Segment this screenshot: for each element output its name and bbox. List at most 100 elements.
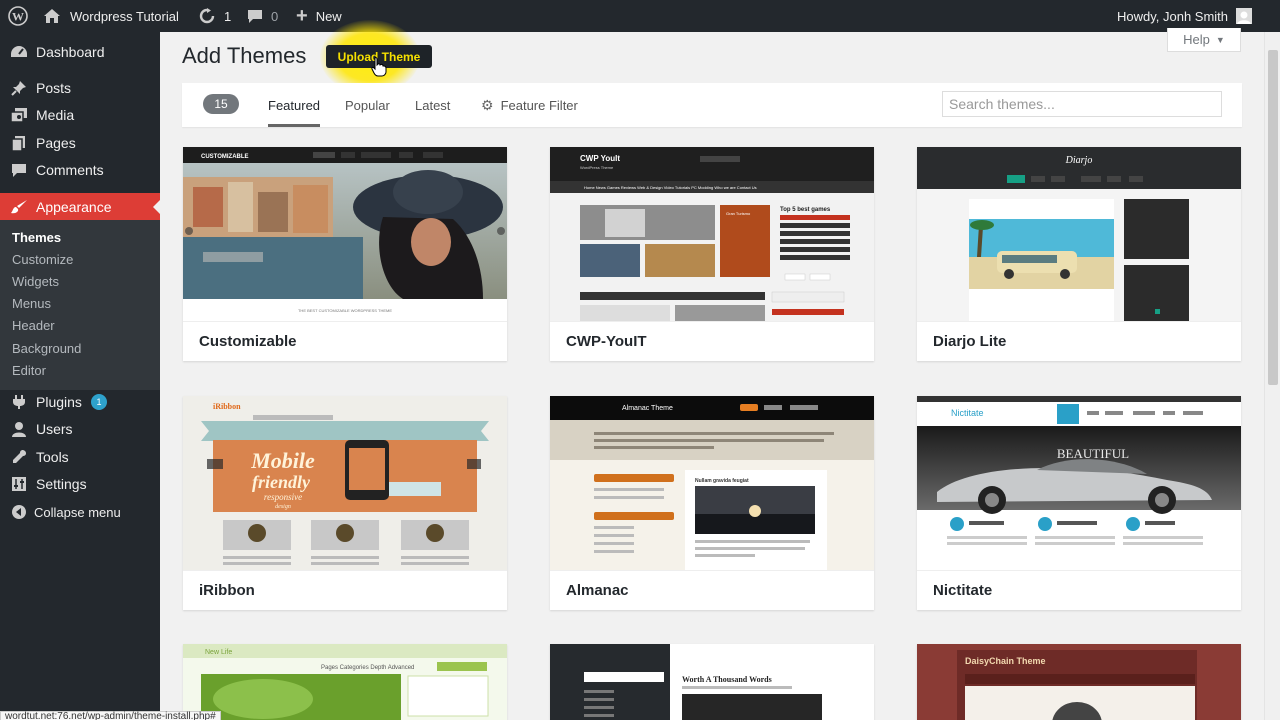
- new-content-link[interactable]: + New: [296, 0, 342, 32]
- submenu-item-themes[interactable]: Themes: [12, 227, 61, 247]
- svg-text:iRibbon: iRibbon: [213, 402, 241, 411]
- active-menu-arrow: [153, 200, 160, 214]
- svg-text:friendly: friendly: [252, 472, 311, 492]
- theme-screenshot: Almanac Theme Nullam gravida feugiat: [550, 396, 874, 570]
- theme-card-cwp-youit[interactable]: CWP YouIt WordPress Theme Home News Game…: [550, 147, 874, 361]
- theme-card-nictitate[interactable]: Nictitate BEAUTIFUL Nictitate: [917, 396, 1241, 610]
- theme-screenshot: CUSTOMIZABLE THE BEST CUSTOMIZABLE WORDP…: [183, 147, 507, 321]
- pages-icon: [10, 135, 28, 151]
- svg-text:New Life: New Life: [205, 649, 232, 656]
- theme-card-worth-a-thousand-words[interactable]: Worth A Thousand Words: [550, 644, 874, 720]
- site-home-link[interactable]: Wordpress Tutorial: [44, 0, 179, 32]
- theme-card-new-life[interactable]: New Life Pages Categories Depth Advanced: [183, 644, 507, 720]
- svg-text:Mobile: Mobile: [250, 448, 315, 473]
- pin-icon: [10, 80, 28, 96]
- theme-screenshot: Diarjo: [917, 147, 1241, 321]
- tab-featured[interactable]: Featured: [268, 83, 321, 127]
- sidebar-item-label: Settings: [36, 476, 87, 492]
- svg-text:DaisyChain Theme: DaisyChain Theme: [965, 656, 1046, 666]
- sidebar-item-label: Dashboard: [36, 44, 105, 60]
- theme-name: iRibbon: [183, 570, 507, 610]
- submenu-item-header[interactable]: Header: [12, 315, 55, 335]
- theme-name: CWP-YouIT: [550, 321, 874, 361]
- sidebar-item-users[interactable]: Users: [0, 414, 160, 444]
- sidebar-item-label: Media: [36, 107, 75, 123]
- tab-popular[interactable]: Popular: [345, 83, 390, 127]
- submenu-item-widgets[interactable]: Widgets: [12, 271, 59, 291]
- theme-card-almanac[interactable]: Almanac Theme Nullam gravida feugiat Alm…: [550, 396, 874, 610]
- svg-text:W: W: [12, 10, 24, 24]
- page-title: Add Themes: [182, 43, 307, 68]
- dashboard-icon: [10, 44, 28, 60]
- submenu-item-customize[interactable]: Customize: [12, 249, 73, 269]
- comment-icon: [10, 162, 28, 178]
- theme-card-diarjo-lite[interactable]: Diarjo Diarjo Lite: [917, 147, 1241, 361]
- comments-link[interactable]: 0: [247, 0, 278, 32]
- theme-card-customizable[interactable]: CUSTOMIZABLE THE BEST CUSTOMIZABLE WORDP…: [183, 147, 507, 361]
- site-name: Wordpress Tutorial: [70, 8, 179, 24]
- collapse-menu-button[interactable]: Collapse menu: [0, 497, 160, 527]
- howdy-greeting: Howdy, Jonh Smith: [1117, 8, 1229, 24]
- sidebar-item-label: Posts: [36, 80, 72, 96]
- comment-bubble-icon: [247, 9, 263, 24]
- submenu-item-editor[interactable]: Editor: [12, 360, 46, 380]
- theme-card-iribbon[interactable]: iRibbon Mobile friendly responsive desig…: [183, 396, 507, 610]
- browser-status-url: wordtut.net:76.net/wp-admin/theme-instal…: [0, 711, 221, 720]
- svg-text:Gran Turismo: Gran Turismo: [726, 211, 751, 216]
- sidebar-item-posts[interactable]: Posts: [0, 73, 160, 103]
- scrollbar-thumb[interactable]: [1268, 50, 1278, 385]
- theme-name: Nictitate: [917, 570, 1241, 610]
- search-themes-input[interactable]: [942, 91, 1222, 117]
- svg-text:CWP YouIt: CWP YouIt: [580, 154, 620, 163]
- svg-text:Worth A Thousand Words: Worth A Thousand Words: [682, 675, 772, 684]
- updates-icon: [198, 8, 216, 24]
- theme-name: Diarjo Lite: [917, 321, 1241, 361]
- svg-text:Pages Categories Depth A: Pages Categories Depth Advanced: [321, 665, 414, 671]
- media-icon: [10, 107, 28, 123]
- svg-text:BEAUTIFUL: BEAUTIFUL: [1057, 446, 1129, 461]
- feature-filter-label: Feature Filter: [500, 97, 578, 113]
- settings-icon: [10, 476, 28, 492]
- comments-count: 0: [271, 8, 279, 24]
- theme-screenshot: New Life Pages Categories Depth Advanced: [183, 644, 507, 720]
- svg-text:CUSTOMIZABLE: CUSTOMIZABLE: [201, 154, 249, 160]
- tab-latest[interactable]: Latest: [415, 83, 450, 127]
- submenu-item-menus[interactable]: Menus: [12, 293, 51, 313]
- wordpress-logo-icon[interactable]: W: [8, 0, 28, 32]
- page-scrollbar[interactable]: [1264, 32, 1280, 720]
- updates-count: 1: [224, 8, 232, 24]
- sidebar-item-label: Plugins: [36, 394, 82, 410]
- svg-text:THE BEST CUSTOMIZABLE WORDPRES: THE BEST CUSTOMIZABLE WORDPRESS THEME: [298, 308, 392, 313]
- svg-text:Top 5 best games: Top 5 best games: [780, 207, 831, 213]
- sidebar-item-pages[interactable]: Pages: [0, 128, 160, 158]
- sidebar-item-comments[interactable]: Comments: [0, 155, 160, 185]
- svg-text:Nullam gravida feugiat: Nullam gravida feugiat: [695, 478, 749, 484]
- svg-text:Home News Games Reviews: Home News Games Reviews Web & Design Vid…: [584, 185, 757, 190]
- svg-text:responsive: responsive: [264, 492, 302, 502]
- home-icon: [44, 9, 60, 23]
- admin-bar: W Wordpress Tutorial 1 0 + New Howdy, Jo…: [0, 0, 1280, 32]
- sidebar-item-media[interactable]: Media: [0, 100, 160, 130]
- user-icon: [10, 421, 28, 437]
- updates-link[interactable]: 1: [198, 0, 231, 32]
- brush-icon: [10, 199, 28, 215]
- svg-text:design: design: [275, 504, 291, 510]
- sidebar-item-label: Pages: [36, 135, 76, 151]
- theme-filter-bar: 15 Featured Popular Latest ⚙ Feature Fil…: [182, 83, 1242, 127]
- avatar: [1236, 8, 1253, 24]
- sidebar-item-tools[interactable]: Tools: [0, 442, 160, 472]
- sidebar-item-label: Users: [36, 421, 73, 437]
- sidebar-item-label: Collapse menu: [34, 504, 121, 520]
- theme-screenshot: Worth A Thousand Words: [550, 644, 874, 720]
- svg-text:WordPress Theme: WordPress Theme: [580, 165, 614, 170]
- submenu-item-background[interactable]: Background: [12, 338, 81, 358]
- theme-name: Almanac: [550, 570, 874, 610]
- theme-card-daisychain[interactable]: DaisyChain Theme: [917, 644, 1241, 720]
- sidebar-item-appearance[interactable]: Appearance: [0, 193, 160, 221]
- theme-screenshot: CWP YouIt WordPress Theme Home News Game…: [550, 147, 874, 321]
- help-tab[interactable]: Help ▼: [1167, 28, 1241, 52]
- feature-filter-button[interactable]: ⚙ Feature Filter: [481, 83, 578, 127]
- sidebar-item-dashboard[interactable]: Dashboard: [0, 37, 160, 67]
- sidebar-item-settings[interactable]: Settings: [0, 469, 160, 499]
- sidebar-item-plugins[interactable]: Plugins 1: [0, 387, 160, 417]
